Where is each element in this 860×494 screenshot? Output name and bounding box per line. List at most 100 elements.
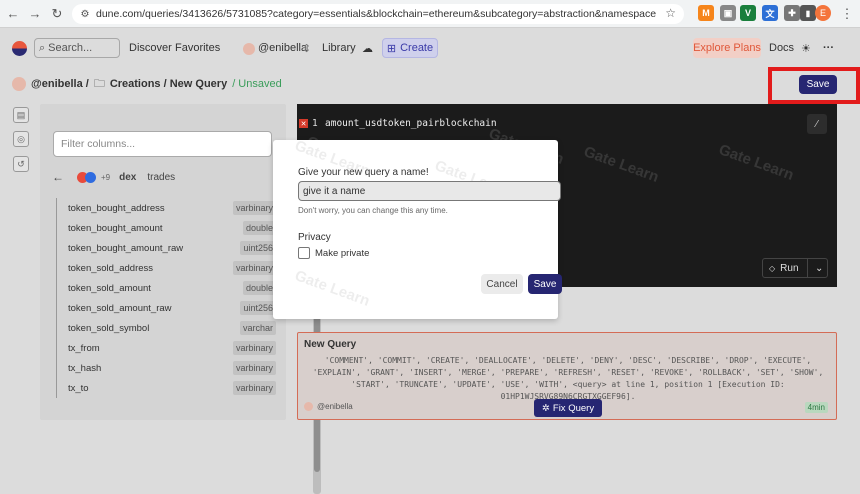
nav-favorites[interactable]: Favorites bbox=[175, 42, 220, 54]
columns-list: token_bought_address varbinary token_bough… bbox=[56, 198, 276, 398]
nav-user-switcher[interactable]: @enibella bbox=[258, 42, 307, 54]
watermark: Gate Learn bbox=[292, 267, 372, 310]
highlight-annotation-box bbox=[768, 67, 860, 104]
address-bar[interactable]: ⚙ dune.com/queries/3413626/5731085?categ… bbox=[72, 4, 684, 24]
error-icon: ✕ bbox=[299, 119, 308, 128]
run-icon: ◇ bbox=[769, 263, 776, 273]
plus-icon: ⊞ bbox=[386, 42, 397, 55]
column-type-badge: varbinary bbox=[232, 361, 276, 375]
line-gutter: ✕ 1 bbox=[299, 118, 318, 129]
column-name: tx_hash bbox=[68, 362, 102, 374]
fix-query-label: Fix Query bbox=[552, 402, 595, 414]
column-row[interactable]: tx_from varbinary bbox=[57, 338, 276, 358]
column-name: token_sold_address bbox=[68, 262, 154, 274]
column-row[interactable]: token_sold_amount_raw uint256 bbox=[57, 298, 276, 318]
watermark: Gate Learn bbox=[716, 141, 796, 184]
column-row[interactable]: token_sold_amount double bbox=[57, 278, 276, 298]
column-type-badge: uint256 bbox=[240, 301, 276, 315]
column-name: token_bought_amount_raw bbox=[68, 242, 184, 254]
ai-wand-icon[interactable]: ⁄ bbox=[807, 114, 827, 134]
column-type-badge: double bbox=[242, 221, 276, 235]
switch-chevron-icon[interactable]: ⇕ bbox=[302, 42, 311, 55]
privacy-label: Privacy bbox=[298, 232, 331, 243]
results-panel: New Query 'COMMENT', 'COMMIT', 'CREATE',… bbox=[297, 332, 837, 420]
column-name: tx_from bbox=[68, 342, 100, 354]
error-message: 'COMMENT', 'COMMIT', 'CREATE', 'DEALLOCA… bbox=[312, 356, 824, 401]
breadcrumb-user[interactable]: @enibella / bbox=[31, 78, 89, 90]
more-menu-icon[interactable]: ··· bbox=[823, 42, 834, 54]
column-name: token_sold_amount bbox=[68, 282, 151, 294]
column-name: token_sold_amount_raw bbox=[68, 302, 172, 314]
unsaved-status: / Unsaved bbox=[232, 78, 282, 90]
user-avatar[interactable] bbox=[243, 43, 255, 55]
column-name: token_sold_symbol bbox=[68, 322, 150, 334]
run-options-chevron-icon[interactable]: ⌄ bbox=[815, 263, 823, 274]
forward-icon[interactable]: → bbox=[26, 5, 44, 23]
extension-icon[interactable]: ▣ bbox=[720, 5, 736, 21]
breadcrumb: @enibella / 🗀 Creations / New Query / Un… bbox=[12, 76, 282, 92]
column-row[interactable]: tx_hash varbinary bbox=[57, 358, 276, 378]
extensions-puzzle-icon[interactable]: ✚ bbox=[784, 5, 800, 21]
dune-logo[interactable] bbox=[12, 41, 27, 56]
results-title: New Query bbox=[304, 339, 357, 350]
back-arrow-icon[interactable]: ← bbox=[52, 170, 64, 184]
translate-extension-icon[interactable]: 文 bbox=[762, 5, 778, 21]
column-row[interactable]: token_bought_amount double bbox=[57, 218, 276, 238]
make-private-label[interactable]: Make private bbox=[315, 248, 369, 259]
site-info-icon[interactable]: ⚙ bbox=[78, 7, 92, 21]
database-icon[interactable]: ◎ bbox=[13, 131, 29, 147]
side-panel-icon[interactable]: ▮ bbox=[800, 5, 816, 21]
top-navigation: ⌕ Search... Discover Favorites @enibella… bbox=[0, 28, 852, 68]
column-type-badge: varbinary bbox=[232, 381, 276, 395]
url-text[interactable]: dune.com/queries/3413626/5731085?categor… bbox=[96, 8, 656, 20]
vpn-extension-icon[interactable]: V bbox=[740, 5, 756, 21]
table-header-row[interactable]: ← +9 dex trades bbox=[52, 170, 175, 184]
nav-discover[interactable]: Discover bbox=[129, 42, 172, 54]
table-explorer-icon[interactable]: ▤ bbox=[13, 107, 29, 123]
metamask-extension-icon[interactable]: M bbox=[698, 5, 714, 21]
query-name-input[interactable]: give it a name bbox=[298, 181, 561, 201]
reload-icon[interactable]: ↻ bbox=[48, 5, 66, 23]
code-line[interactable]: amount_usdtoken_pairblockchain bbox=[325, 118, 497, 129]
folder-icon: 🗀 bbox=[93, 77, 105, 90]
cloud-icon[interactable]: ☁ bbox=[362, 42, 373, 55]
nav-library[interactable]: Library bbox=[322, 42, 356, 54]
query-name-hint: Don't worry, you can change this any tim… bbox=[298, 206, 448, 215]
schema-panel: Filter columns... ← +9 dex trades token_… bbox=[40, 104, 321, 494]
user-avatar bbox=[304, 402, 313, 411]
column-name: token_bought_address bbox=[68, 202, 165, 214]
execution-time-badge: 4min bbox=[804, 402, 828, 413]
query-name-label: Give your new query a name! bbox=[298, 167, 429, 178]
make-private-checkbox-row[interactable]: Make private bbox=[298, 247, 369, 259]
column-type-badge: double bbox=[242, 281, 276, 295]
breadcrumb-path[interactable]: Creations / New Query bbox=[110, 78, 227, 90]
search-box[interactable]: ⌕ Search... bbox=[34, 38, 120, 58]
column-row[interactable]: token_sold_address varbinary bbox=[57, 258, 276, 278]
table-name: trades bbox=[147, 171, 176, 183]
save-button[interactable]: Save bbox=[528, 274, 562, 294]
results-username[interactable]: @enibella bbox=[317, 402, 353, 411]
browser-menu-icon[interactable]: ⋮ bbox=[838, 5, 856, 23]
column-row[interactable]: token_bought_amount_raw uint256 bbox=[57, 238, 276, 258]
filter-columns-input[interactable]: Filter columns... bbox=[53, 131, 272, 157]
column-type-badge: varbinary bbox=[232, 261, 276, 275]
cancel-button[interactable]: Cancel bbox=[481, 274, 523, 294]
fix-query-button[interactable]: ✲ Fix Query bbox=[534, 399, 602, 417]
theme-toggle-icon[interactable]: ☀ bbox=[801, 42, 811, 55]
run-button[interactable]: ◇ Run ⌄ bbox=[762, 258, 828, 278]
breadcrumb-avatar bbox=[12, 77, 26, 91]
profile-avatar[interactable]: E bbox=[815, 5, 831, 21]
nav-docs[interactable]: Docs bbox=[769, 42, 794, 54]
column-row[interactable]: tx_to varbinary bbox=[57, 378, 276, 398]
column-row[interactable]: token_bought_address varbinary bbox=[57, 198, 276, 218]
column-row[interactable]: token_sold_symbol varchar bbox=[57, 318, 276, 338]
bookmark-star-icon[interactable]: ☆ bbox=[665, 6, 676, 20]
search-icon: ⌕ bbox=[39, 41, 46, 54]
create-label: Create bbox=[400, 42, 434, 54]
explore-plans-button[interactable]: Explore Plans bbox=[693, 38, 761, 58]
search-placeholder: Search... bbox=[48, 42, 93, 54]
back-icon[interactable]: ← bbox=[4, 5, 22, 23]
create-button[interactable]: ⊞ Create bbox=[382, 38, 438, 58]
history-icon[interactable]: ↺ bbox=[13, 156, 29, 172]
make-private-checkbox[interactable] bbox=[298, 247, 310, 259]
